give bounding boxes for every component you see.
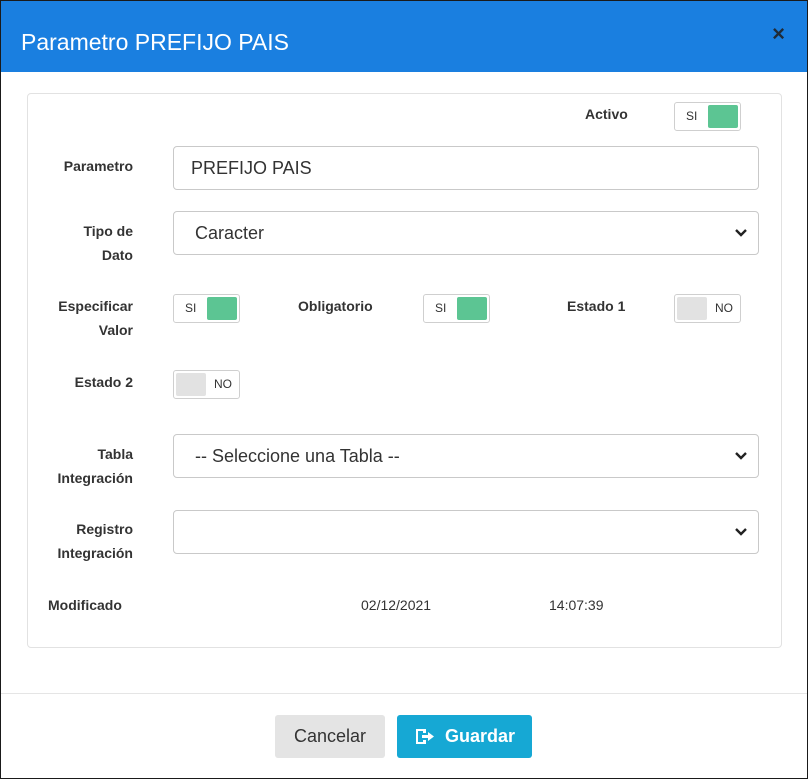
modal-header: Parametro PREFIJO PAIS × (1, 1, 807, 72)
especificar-valor-toggle-knob (207, 297, 237, 320)
estado1-toggle[interactable]: NO (674, 294, 741, 323)
modificado-time: 14:07:39 (549, 597, 604, 613)
save-button[interactable]: Guardar (397, 715, 532, 758)
registro-integracion-label-line1: Registro (76, 521, 133, 537)
especificar-valor-label-line2: Valor (98, 322, 133, 338)
estado1-toggle-text: NO (715, 301, 733, 315)
parameter-modal: Parametro PREFIJO PAIS × Activo SI Param… (0, 0, 808, 779)
tabla-integracion-label-line2: Integración (57, 470, 133, 486)
activo-toggle-knob (708, 105, 738, 128)
chevron-down-icon (735, 528, 747, 536)
chevron-down-icon (735, 452, 747, 460)
obligatorio-toggle-knob (457, 297, 487, 320)
modal-title: Parametro PREFIJO PAIS (21, 29, 289, 55)
modificado-date: 02/12/2021 (361, 597, 432, 613)
tabla-integracion-label-line1: Tabla (97, 446, 133, 462)
tipo-dato-label-line1: Tipo de (83, 223, 133, 239)
chevron-down-icon (735, 229, 747, 237)
tipo-dato-select[interactable]: Caracter (173, 211, 759, 255)
estado2-toggle-text: NO (214, 377, 232, 391)
activo-label: Activo (585, 106, 628, 122)
activo-toggle-text: SI (686, 109, 698, 123)
registro-integracion-label-line2: Integración (57, 545, 133, 561)
especificar-valor-label-line1: Especificar (58, 298, 133, 314)
obligatorio-label: Obligatorio (298, 298, 373, 314)
activo-toggle[interactable]: SI (674, 102, 741, 131)
save-button-label: Guardar (445, 726, 516, 746)
especificar-valor-toggle[interactable]: SI (173, 294, 240, 323)
estado2-toggle-knob (176, 373, 206, 396)
close-icon[interactable]: × (772, 23, 785, 45)
tipo-dato-label-line2: Dato (101, 247, 133, 263)
modificado-label: Modificado (48, 597, 122, 613)
save-arrow-icon (416, 729, 434, 744)
tipo-dato-value: Caracter (195, 223, 265, 243)
footer-divider (1, 693, 807, 694)
parametro-input[interactable]: PREFIJO PAIS (173, 146, 759, 190)
cancel-button[interactable]: Cancelar (275, 715, 385, 758)
tabla-integracion-select[interactable]: -- Seleccione una Tabla -- (173, 434, 759, 478)
estado2-label: Estado 2 (74, 374, 133, 390)
estado2-toggle[interactable]: NO (173, 370, 240, 399)
obligatorio-toggle[interactable]: SI (423, 294, 490, 323)
estado1-label: Estado 1 (567, 298, 626, 314)
especificar-valor-toggle-text: SI (185, 301, 197, 315)
tabla-integracion-value: -- Seleccione una Tabla -- (195, 446, 400, 466)
registro-integracion-select[interactable] (173, 510, 759, 554)
estado1-toggle-knob (677, 297, 707, 320)
obligatorio-toggle-text: SI (435, 301, 447, 315)
parametro-label: Parametro (63, 158, 133, 174)
